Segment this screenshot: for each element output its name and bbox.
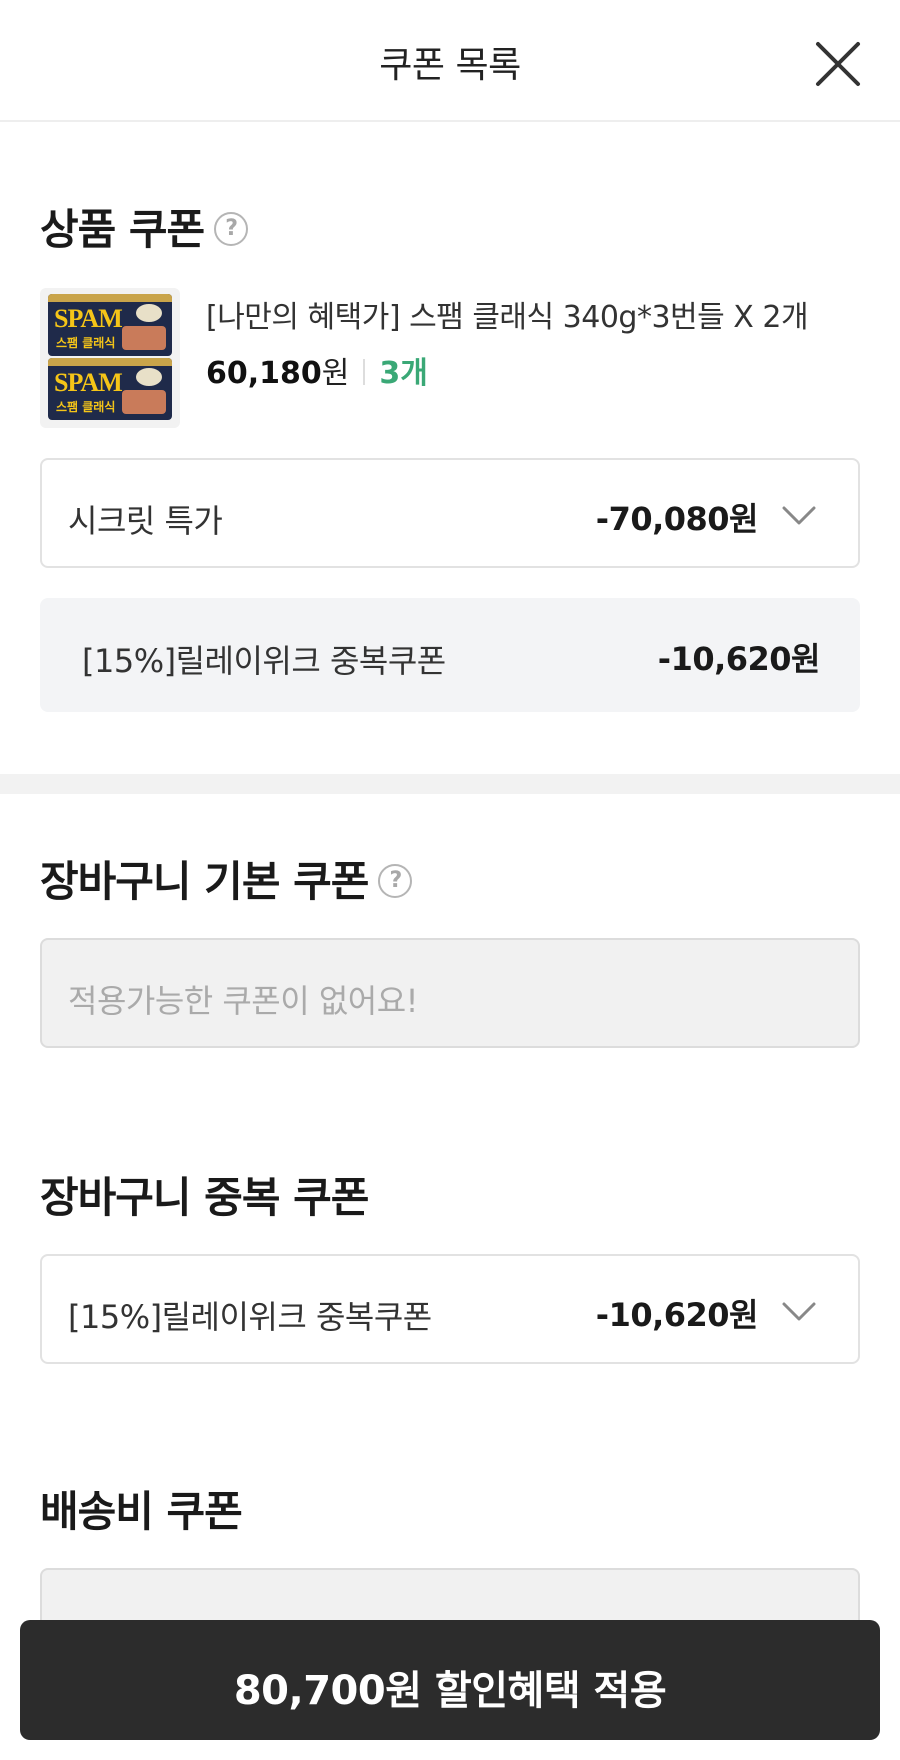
product-coupon-title: 상품 쿠폰? [40, 196, 249, 257]
close-icon [816, 42, 860, 86]
cart-stack-coupon-select[interactable]: [15%]릴레이위크 중복쿠폰 -10,620원 [40, 1254, 860, 1364]
apply-discount-label: 80,700원 할인혜택 적용 [233, 1668, 667, 1714]
product-price: 60,180 [206, 356, 322, 391]
shipping-coupon-title: 배송비 쿠폰 [40, 1487, 243, 1536]
stacked-coupon-info: [15%]릴레이위크 중복쿠폰 -10,620원 [40, 598, 860, 712]
cart-basic-coupon-empty: 적용가능한 쿠폰이 없어요! [40, 938, 860, 1048]
product-quantity: 3개 [379, 356, 428, 391]
stacked-coupon-amount: -10,620원 [657, 640, 821, 678]
section-divider [0, 774, 900, 794]
cart-basic-coupon-title: 장바구니 기본 쿠폰? [40, 848, 413, 909]
product-sub-text: 스팸 클래식 [56, 336, 116, 350]
chevron-down-icon [780, 496, 818, 534]
apply-discount-button[interactable]: 80,700원 할인혜택 적용 [20, 1620, 880, 1740]
product-can-image: SPAM 스팸 클래식 [48, 294, 172, 356]
coupon-name: [15%]릴레이위크 중복쿠폰 [68, 1298, 432, 1336]
product-image: SPAM 스팸 클래식 SPAM 스팸 클래식 [40, 288, 180, 428]
product-price-row: 60,180원 3개 [206, 348, 428, 392]
page-title: 쿠폰 목록 [379, 45, 521, 86]
product-brand-text: SPAM [54, 368, 123, 397]
header: 쿠폰 목록 [0, 0, 900, 122]
product-can-image: SPAM 스팸 클래식 [48, 358, 172, 420]
chevron-down-icon [780, 1292, 818, 1330]
cart-basic-coupon-title-text: 장바구니 기본 쿠폰 [40, 857, 369, 906]
close-button[interactable] [810, 36, 866, 92]
product-name: [나만의 혜택가] 스팸 클래식 340g*3번들 X 2개 [206, 300, 809, 335]
product-sub-text: 스팸 클래식 [56, 400, 116, 414]
help-icon[interactable]: ? [214, 211, 249, 246]
product-item: SPAM 스팸 클래식 SPAM 스팸 클래식 [나만의 혜택가] 스팸 클래식… [40, 288, 870, 428]
divider [363, 358, 366, 385]
product-price-unit: 원 [321, 356, 350, 391]
product-brand-text: SPAM [54, 304, 123, 333]
coupon-amount: -10,620원 [595, 1296, 759, 1334]
help-icon[interactable]: ? [378, 863, 413, 898]
coupon-name: 시크릿 특가 [68, 502, 223, 540]
stacked-coupon-name: [15%]릴레이위크 중복쿠폰 [82, 642, 446, 680]
cart-stack-coupon-title: 장바구니 중복 쿠폰 [40, 1173, 369, 1222]
product-coupon-title-text: 상품 쿠폰 [40, 205, 205, 254]
coupon-amount: -70,080원 [595, 500, 759, 538]
empty-message: 적용가능한 쿠폰이 없어요! [68, 982, 419, 1020]
product-coupon-select[interactable]: 시크릿 특가 -70,080원 [40, 458, 860, 568]
